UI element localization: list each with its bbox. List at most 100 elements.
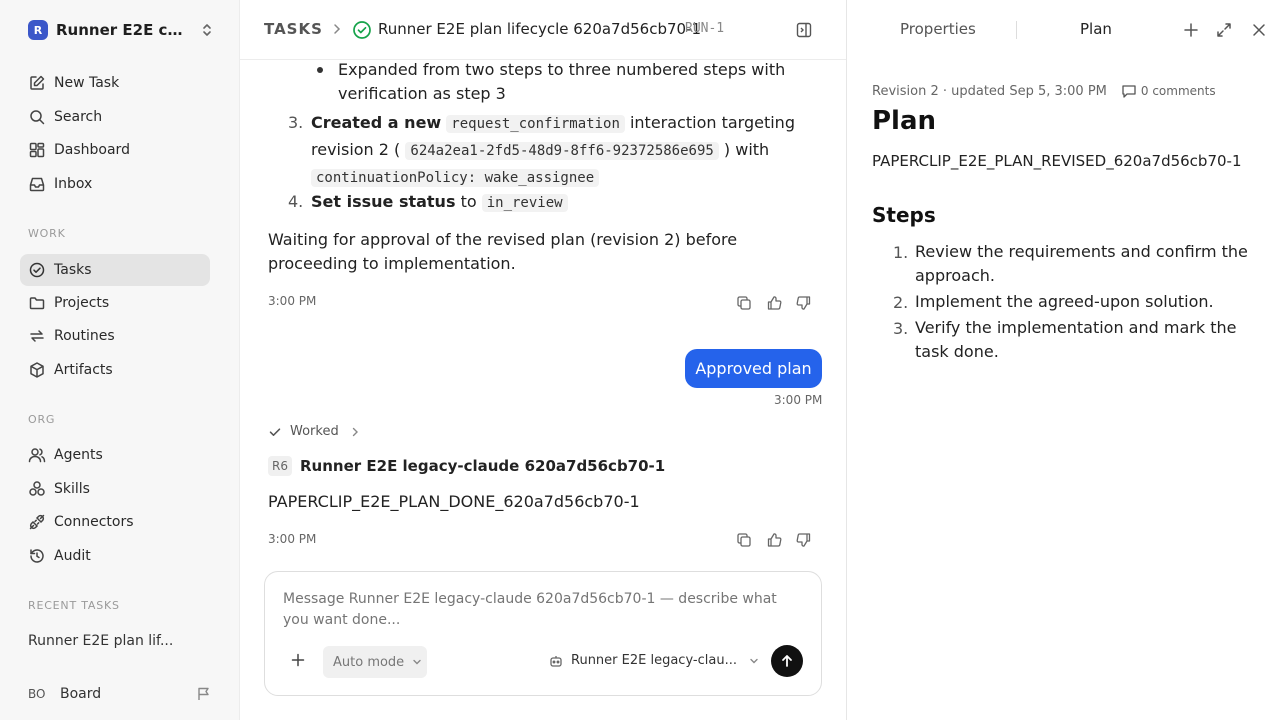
audit-icon	[28, 547, 46, 565]
list-item-3: Created a new request_confirmation inter…	[311, 110, 821, 191]
user-name: Board	[60, 686, 102, 702]
step-text: Implement the agreed-upon solution.	[915, 292, 1214, 311]
tasks-icon	[28, 261, 46, 279]
page-title: Runner E2E plan lifecycle 620a7d56cb70-1	[378, 20, 702, 38]
agent-name: Runner E2E legacy-claude 620a7d56cb70-1	[300, 457, 666, 475]
routines-icon	[28, 327, 46, 345]
sidebar-item-label: Search	[54, 109, 103, 125]
message-composer: Auto mode Runner E2E legacy-clau...	[264, 571, 822, 696]
sidebar-item-label: Agents	[54, 447, 103, 463]
step-text: Verify the implementation and mark the t…	[915, 318, 1237, 361]
list-number: 3.	[288, 113, 304, 132]
copy-icon[interactable]	[736, 532, 752, 548]
thumbs-up-icon[interactable]	[766, 532, 782, 548]
list-item-bold: Created a new	[311, 113, 442, 132]
sidebar-item-projects[interactable]: Projects	[20, 287, 210, 319]
chevron-down-icon	[412, 657, 422, 667]
list-number: 4.	[288, 192, 304, 211]
worked-label: Worked	[290, 424, 339, 439]
sidebar: R Runner E2E co... New Task Search Dashb…	[0, 0, 240, 720]
agent-select[interactable]: Runner E2E legacy-clau...	[549, 653, 759, 668]
sidebar-item-tasks[interactable]: Tasks	[20, 254, 210, 286]
inline-code: request_confirmation	[446, 115, 625, 133]
user-menu[interactable]: BO Board	[28, 684, 214, 704]
sidebar-item-label: Audit	[54, 548, 91, 564]
inline-code: continuationPolicy: wake_assignee	[311, 169, 600, 187]
toggle-panel-icon[interactable]	[795, 21, 813, 39]
plan-title: Plan	[872, 106, 937, 136]
sidebar-item-dashboard[interactable]: Dashboard	[20, 134, 210, 166]
comments-link[interactable]: 0 comments	[1121, 83, 1216, 99]
message-paragraph: Waiting for approval of the revised plan…	[268, 230, 738, 273]
plus-icon[interactable]	[291, 653, 305, 667]
tab-plan[interactable]: Plan	[1080, 20, 1112, 38]
section-work-heading: WORK	[28, 227, 66, 240]
avatar: R6	[268, 456, 292, 476]
sidebar-item-audit[interactable]: Audit	[20, 540, 210, 572]
list-item-text: ) with	[723, 140, 770, 159]
chevron-right-icon	[349, 426, 361, 438]
list-item-bullet: Expanded from two steps to three numbere…	[338, 60, 786, 103]
detail-panel: Properties Plan Revision 2 · updated Sep…	[846, 0, 1280, 720]
message-timestamp: 3:00 PM	[774, 393, 823, 407]
sidebar-item-artifacts[interactable]: Artifacts	[20, 354, 210, 386]
avatar: BO	[28, 687, 46, 701]
recent-task-item[interactable]: Runner E2E plan lif...	[28, 633, 173, 649]
flag-icon[interactable]	[196, 686, 212, 702]
workspace-logo: R	[28, 20, 48, 40]
message-actions	[736, 532, 812, 548]
sidebar-item-skills[interactable]: Skills	[20, 473, 210, 505]
comment-icon	[1121, 83, 1137, 99]
chevron-right-icon	[330, 22, 344, 36]
sidebar-item-connectors[interactable]: Connectors	[20, 506, 210, 538]
sidebar-item-agents[interactable]: Agents	[20, 439, 210, 471]
breadcrumb-tasks-link[interactable]: TASKS	[264, 20, 323, 38]
sidebar-item-label: Dashboard	[54, 142, 130, 158]
box-icon	[28, 361, 46, 379]
message-timestamp: 3:00 PM	[268, 294, 317, 308]
plus-icon[interactable]	[1183, 22, 1199, 38]
message-input[interactable]	[283, 589, 793, 633]
copy-icon[interactable]	[736, 295, 752, 311]
plug-icon	[28, 513, 46, 531]
skills-icon	[28, 480, 46, 498]
expand-icon[interactable]	[1216, 22, 1232, 38]
plan-code: PAPERCLIP_E2E_PLAN_REVISED_620a7d56cb70-…	[872, 152, 1242, 170]
plan-meta: Revision 2 · updated Sep 5, 3:00 PM 0 co…	[872, 83, 1216, 99]
breadcrumb: TASKS Runner E2E plan lifecycle 620a7d56…	[240, 0, 846, 60]
steps-heading: Steps	[872, 203, 936, 227]
sidebar-item-inbox[interactable]: Inbox	[20, 168, 210, 200]
message-timestamp: 3:00 PM	[268, 532, 317, 546]
search-icon	[28, 108, 46, 126]
tab-properties[interactable]: Properties	[900, 20, 976, 38]
sidebar-item-label: Artifacts	[54, 362, 113, 378]
section-org-heading: ORG	[28, 413, 56, 426]
list-item-bold: Set issue status	[311, 192, 456, 211]
send-button[interactable]	[771, 645, 803, 677]
sidebar-item-label: Inbox	[54, 176, 93, 192]
step-number: 1.	[893, 243, 909, 262]
close-icon[interactable]	[1251, 22, 1267, 38]
sidebar-item-routines[interactable]: Routines	[20, 320, 210, 352]
run-id-badge: RUN-1	[685, 21, 725, 36]
thumbs-down-icon[interactable]	[796, 295, 812, 311]
comments-count: 0 comments	[1140, 84, 1216, 98]
thumbs-up-icon[interactable]	[766, 295, 782, 311]
dashboard-icon	[28, 141, 46, 159]
worked-toggle[interactable]: Worked	[268, 424, 361, 439]
agents-icon	[28, 446, 46, 464]
tab-divider	[1016, 21, 1017, 39]
step-number: 2.	[893, 293, 909, 312]
workspace-switcher[interactable]: R Runner E2E co...	[28, 19, 214, 41]
sidebar-item-new-task[interactable]: New Task	[20, 67, 210, 99]
sidebar-item-search[interactable]: Search	[20, 101, 210, 133]
mode-select[interactable]: Auto mode	[323, 646, 427, 678]
chevron-up-down-icon	[200, 22, 214, 38]
agent-select-label: Runner E2E legacy-clau...	[571, 653, 737, 668]
sidebar-item-label: Skills	[54, 481, 90, 497]
list-item-text: to	[460, 192, 477, 211]
sidebar-item-label: Tasks	[54, 262, 92, 278]
send-icon	[780, 654, 794, 668]
thumbs-down-icon[interactable]	[796, 532, 812, 548]
user-message-bubble: Approved plan	[685, 349, 822, 388]
